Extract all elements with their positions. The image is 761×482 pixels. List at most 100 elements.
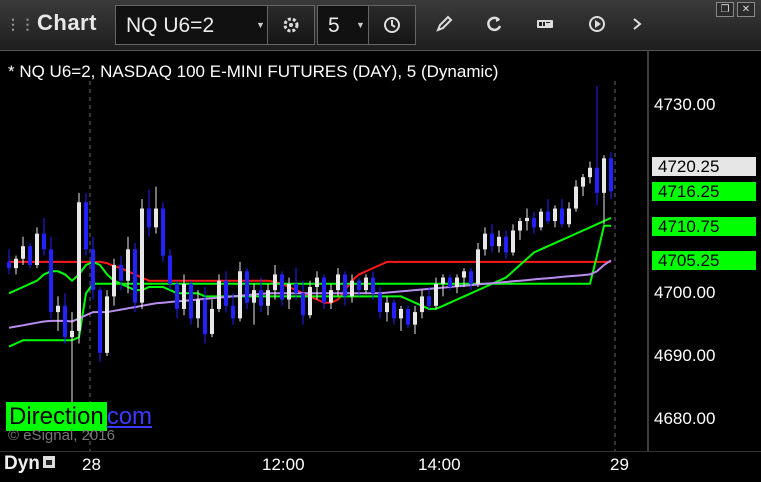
x-tick-label: 14:00 — [418, 455, 461, 474]
chevron-down-icon[interactable]: ▼ — [256, 20, 265, 30]
y-tick-label: 4680.00 — [654, 408, 716, 428]
candle-body — [154, 208, 158, 228]
candle-body — [63, 305, 67, 338]
lock-icon[interactable] — [42, 455, 56, 469]
app-title: ⋮⋮Chart — [6, 10, 97, 36]
candle-body — [182, 283, 186, 309]
x-tick-label: 29 — [610, 455, 629, 474]
candle-body — [252, 290, 256, 303]
candle-body — [42, 233, 46, 250]
candle-body — [343, 274, 347, 297]
candle-body — [518, 221, 522, 231]
candle-body — [259, 290, 263, 306]
mode-label: Dyn — [4, 453, 40, 474]
price-chart[interactable] — [0, 51, 761, 451]
candle-body — [189, 283, 193, 319]
close-icon[interactable]: ✕ — [737, 2, 755, 17]
candle-body — [91, 249, 95, 291]
y-tick-label: 4690.00 — [654, 346, 716, 365]
candle-body — [476, 249, 480, 284]
candle-body — [231, 305, 235, 319]
candle-body — [350, 280, 354, 297]
candle-body — [112, 265, 116, 297]
more-icon[interactable] — [632, 14, 642, 34]
candle-body — [280, 274, 284, 300]
candle-body — [126, 249, 130, 281]
candle-body — [287, 283, 291, 300]
candle-body — [574, 186, 578, 209]
refresh-icon[interactable] — [484, 14, 504, 34]
candle-body — [385, 302, 389, 313]
get-icon[interactable] — [535, 14, 555, 34]
candle-body — [392, 302, 396, 319]
y-tick-label: 4730.00 — [654, 95, 716, 114]
clock-icon — [384, 17, 400, 33]
candle-body — [105, 296, 109, 353]
dynamic-mode-toggle[interactable]: Dyn — [4, 453, 56, 475]
candle-body — [406, 308, 410, 325]
candle-body — [196, 299, 200, 319]
chart-settings-button[interactable] — [267, 5, 315, 45]
candle-body — [329, 290, 333, 303]
candle-body — [546, 211, 550, 222]
candle-body — [49, 249, 53, 313]
candle-body — [7, 261, 11, 269]
candle-body — [378, 293, 382, 313]
chevron-down-icon[interactable]: ▼ — [356, 20, 365, 30]
candle-body — [441, 277, 445, 284]
candle-body — [560, 208, 564, 225]
chart-header: * NQ U6=2, NASDAQ 100 E-MINI FUTURES (DA… — [8, 62, 499, 81]
candle-body — [210, 308, 214, 335]
candle-body — [70, 330, 74, 338]
app-title-text: Chart — [37, 10, 97, 35]
candle-body — [301, 293, 305, 316]
candle-body — [140, 208, 144, 303]
time-button[interactable] — [368, 5, 416, 45]
interval-input[interactable]: 5 ▼ — [317, 5, 369, 45]
pencil-icon[interactable] — [434, 14, 454, 34]
title-bar: ⋮⋮Chart NQ U6=2 ▼ 5 ▼ ❐ ✕ — [0, 0, 761, 51]
candle-body — [595, 167, 599, 193]
candle-body — [119, 265, 123, 281]
candle-body — [28, 246, 32, 266]
candle-body — [511, 230, 515, 253]
candle-body — [168, 255, 172, 284]
candle-body — [399, 308, 403, 319]
symbol-input[interactable]: NQ U6=2 ▼ — [115, 5, 268, 45]
price-marker: 4720.25 — [652, 157, 756, 177]
candle-body — [322, 277, 326, 303]
candle-body — [238, 271, 242, 319]
candle-body — [98, 290, 102, 353]
candle-body — [567, 208, 571, 225]
time-axis-bar — [0, 451, 761, 482]
candle-body — [175, 283, 179, 309]
play-icon[interactable] — [587, 14, 607, 34]
candle-body — [14, 258, 18, 269]
candle-body — [539, 211, 543, 228]
candle-body — [294, 283, 298, 294]
candle-body — [532, 217, 536, 228]
price-marker: 4710.75 — [652, 216, 756, 236]
candle-body — [504, 236, 508, 253]
x-tick-label: 28 — [82, 455, 101, 474]
candle-body — [84, 202, 88, 250]
candle-body — [588, 167, 592, 178]
candle-body — [308, 286, 312, 316]
drag-grip-icon[interactable]: ⋮⋮ — [6, 16, 35, 32]
candle-body — [427, 296, 431, 306]
candle-body — [497, 236, 501, 247]
candle-body — [147, 208, 151, 228]
watermark-link[interactable]: com — [107, 403, 152, 430]
candle-body — [217, 280, 221, 309]
settings-gear-icon — [283, 17, 299, 33]
candle-body — [602, 158, 606, 193]
candle-body — [203, 299, 207, 335]
candle-body — [553, 208, 557, 222]
restore-icon[interactable]: ❐ — [716, 2, 734, 17]
candle-body — [371, 277, 375, 294]
x-tick-label: 12:00 — [262, 455, 305, 474]
interval-value: 5 — [328, 14, 340, 37]
candle-body — [413, 312, 417, 325]
candle-body — [581, 177, 585, 187]
candle-body — [266, 290, 270, 306]
